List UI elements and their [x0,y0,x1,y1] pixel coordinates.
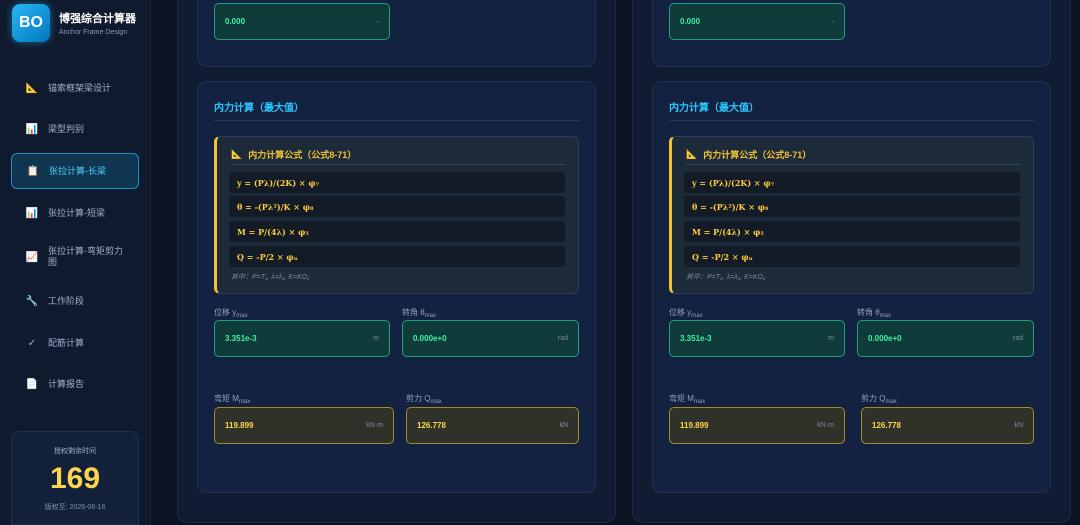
displacement-field[interactable]: 3.351e-3 m [214,320,390,357]
sidebar-item-anchor-frame-design[interactable]: 📐 锚索框架梁设计 [11,70,139,106]
shear-field[interactable]: 126.778 kN [861,407,1034,444]
license-panel: 授权剩余时间 169 版权至: 2026-06-16 [11,431,139,525]
formula-rotation: θ = -(Pλ²)/K × φ₈ [684,196,1020,217]
ruler-triangle-icon: 📐 [686,149,698,159]
displacement-field[interactable]: 3.351e-3 m [669,320,845,357]
top-result-field[interactable]: 0.000 - [214,3,390,40]
bar-chart-icon: 📊 [25,123,39,135]
formula-moment: M = P/(4λ) × φ₅ [684,221,1020,242]
app-title: 博强综合计算器 [59,13,136,25]
sidebar-item-moment-shear-diagram[interactable]: 📈 张拉计算-弯矩剪力图 [11,239,139,275]
moment-label: 弯矩 Mmax [214,394,251,405]
formula-box: 📐 内力计算公式（公式8-71） y = (Pλ)/(2K) × φ₇ θ = … [214,136,579,294]
rotation-label: 转角 θmax [402,308,437,319]
rotation-field[interactable]: 0.000e+0 rad [857,320,1034,357]
formula-moment: M = P/(4λ) × φ₅ [229,221,565,242]
displacement-label: 位移 ymax [669,308,703,319]
internal-force-card: 内力计算（最大值） 📐 内力计算公式（公式8-71） y = (Pλ)/(2K)… [197,81,596,493]
moment-label: 弯矩 Mmax [669,394,706,405]
document-icon: 📄 [25,378,39,390]
divider [686,164,1020,165]
license-days-remaining: 169 [49,462,101,495]
formula-displacement: y = (Pλ)/(2K) × φ₇ [684,172,1020,193]
divider [669,120,1035,121]
formula-note: 其中：P=T₁, λ=λ₁, K=KΩ₁ [231,274,310,281]
formula-note: 其中：P=T₂, λ=λ₂, K=KΩ₂ [686,274,766,281]
wrench-icon: 🔧 [25,295,39,307]
shear-label: 剪力 Qmax [406,394,442,405]
top-result-field[interactable]: 0.000 - [669,3,845,40]
ruler-triangle-icon: 📐 [25,82,39,94]
divider [214,120,580,121]
sidebar: BO 博强综合计算器 Anchor Frame Design 📐 锚索框架梁设计… [0,0,151,525]
line-chart-icon: 📈 [25,251,39,263]
app-subtitle: Anchor Frame Design [59,29,128,36]
result-column-right: 0.000 - 内力计算（最大值） 📐 内力计算公式（公式8-71） y = (… [632,0,1071,523]
rotation-field[interactable]: 0.000e+0 rad [402,320,579,357]
formula-displacement: y = (Pλ)/(2K) × φ₇ [229,172,565,193]
formula-shear: Q = -P/2 × φₙ [229,246,565,267]
brand: BO 博强综合计算器 Anchor Frame Design [12,4,136,42]
sidebar-item-beam-type[interactable]: 📊 梁型判别 [11,111,139,147]
license-expiry-date: 版权至: 2026-06-16 [44,504,106,511]
ruler-triangle-icon: 📐 [231,149,243,159]
sidebar-item-working-stage[interactable]: 🔧 工作阶段 [11,283,139,319]
top-card: 0.000 - [652,0,1051,67]
top-card: 0.000 - [197,0,596,67]
check-icon: ✓ [27,337,37,349]
sidebar-item-reinforcement[interactable]: ✓ 配筋计算 [11,325,139,361]
divider [231,164,565,165]
moment-field[interactable]: 119.899 kN·m [669,407,845,444]
formula-shear: Q = -P/2 × φₙ [684,246,1020,267]
sidebar-item-tension-short-beam[interactable]: 📊 张拉计算-短梁 [11,195,139,231]
app-logo: BO [12,4,50,42]
section-title: 内力计算（最大值） [214,103,304,114]
result-column-left: 0.000 - 内力计算（最大值） 📐 内力计算公式（公式8-71） y = (… [177,0,616,523]
formula-box: 📐 内力计算公式（公式8-71） y = (Pλ)/(2K) × φ₇ θ = … [669,136,1034,294]
shear-field[interactable]: 126.778 kN [406,407,579,444]
license-title: 授权剩余时间 [54,448,96,455]
sidebar-item-tension-long-beam[interactable]: 📋 张拉计算-长梁 [11,153,139,189]
rotation-label: 转角 θmax [857,308,892,319]
clipboard-icon: 📋 [26,165,40,177]
formula-rotation: θ = -(Pλ²)/K × φ₈ [229,196,565,217]
bar-chart-icon: 📊 [25,207,39,219]
displacement-label: 位移 ymax [214,308,248,319]
internal-force-card: 内力计算（最大值） 📐 内力计算公式（公式8-71） y = (Pλ)/(2K)… [652,81,1051,493]
moment-field[interactable]: 119.899 kN·m [214,407,394,444]
section-title: 内力计算（最大值） [669,103,759,114]
formula-title: 内力计算公式（公式8-71） [248,150,357,160]
sidebar-item-report[interactable]: 📄 计算报告 [11,366,139,402]
shear-label: 剪力 Qmax [861,394,897,405]
formula-title: 内力计算公式（公式8-71） [703,150,812,160]
